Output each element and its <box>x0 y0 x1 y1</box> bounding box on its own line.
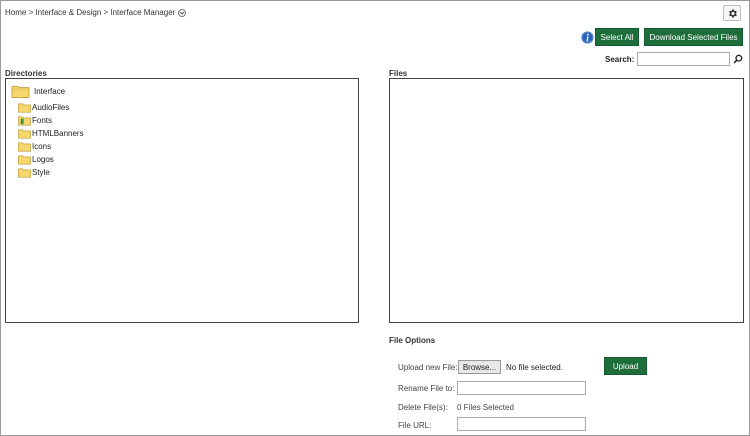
font-folder-icon <box>18 116 31 126</box>
chevron-down-icon[interactable] <box>178 8 187 17</box>
search-input[interactable] <box>637 52 730 66</box>
tree-item-logos[interactable]: Logos <box>18 154 54 165</box>
tree-root-label: Interface <box>34 86 66 96</box>
file-options-title: File Options <box>389 336 436 345</box>
upload-file-label: Upload new File: <box>398 363 458 372</box>
tree-item-htmlbanners[interactable]: HTMLBanners <box>18 128 84 139</box>
folder-icon <box>18 168 31 178</box>
tree-item-label: Logos <box>32 155 54 164</box>
select-all-button[interactable]: Select All <box>595 28 639 46</box>
directories-panel: Interface AudioFiles Fonts HTMLBanners I… <box>5 78 359 323</box>
download-selected-files-button[interactable]: Download Selected Files <box>644 28 743 46</box>
rename-file-label: Rename File to: <box>398 384 455 393</box>
tree-item-audiofiles[interactable]: AudioFiles <box>18 102 69 113</box>
breadcrumb: Home > Interface & Design > Interface Ma… <box>5 8 187 17</box>
upload-button[interactable]: Upload <box>604 357 647 375</box>
files-selected-count: 0 Files Selected <box>457 403 514 412</box>
no-file-selected-text: No file selected. <box>506 363 563 372</box>
tree-item-label: HTMLBanners <box>32 129 84 138</box>
gear-icon <box>728 9 737 17</box>
tree-item-style[interactable]: Style <box>18 167 50 178</box>
folder-icon <box>18 155 31 165</box>
tree-root-interface[interactable]: Interface <box>11 83 65 99</box>
tree-item-label: Fonts <box>32 116 53 125</box>
directories-title: Directories <box>5 69 47 78</box>
folder-icon <box>18 103 31 113</box>
tree-item-icons[interactable]: Icons <box>18 141 51 152</box>
folder-open-icon <box>11 85 30 99</box>
tree-item-label: Style <box>32 168 50 177</box>
tree-item-label: Icons <box>32 142 52 151</box>
tree-item-label: AudioFiles <box>32 103 70 112</box>
breadcrumb-text[interactable]: Home > Interface & Design > Interface Ma… <box>5 8 175 17</box>
folder-icon <box>18 129 31 139</box>
file-url-label: File URL: <box>398 421 432 430</box>
delete-files-label: Delete File(s): <box>398 403 448 412</box>
browse-button[interactable]: Browse... <box>458 360 501 374</box>
folder-icon <box>18 142 31 152</box>
tree-item-fonts[interactable]: Fonts <box>18 115 52 126</box>
rename-file-input[interactable] <box>457 381 586 395</box>
search-icon[interactable] <box>733 54 743 64</box>
file-url-input[interactable] <box>457 417 586 431</box>
settings-button[interactable] <box>723 5 741 21</box>
info-icon[interactable] <box>581 31 594 44</box>
files-title: Files <box>389 69 408 78</box>
search-label: Search: <box>605 55 635 64</box>
files-panel[interactable] <box>389 78 744 323</box>
